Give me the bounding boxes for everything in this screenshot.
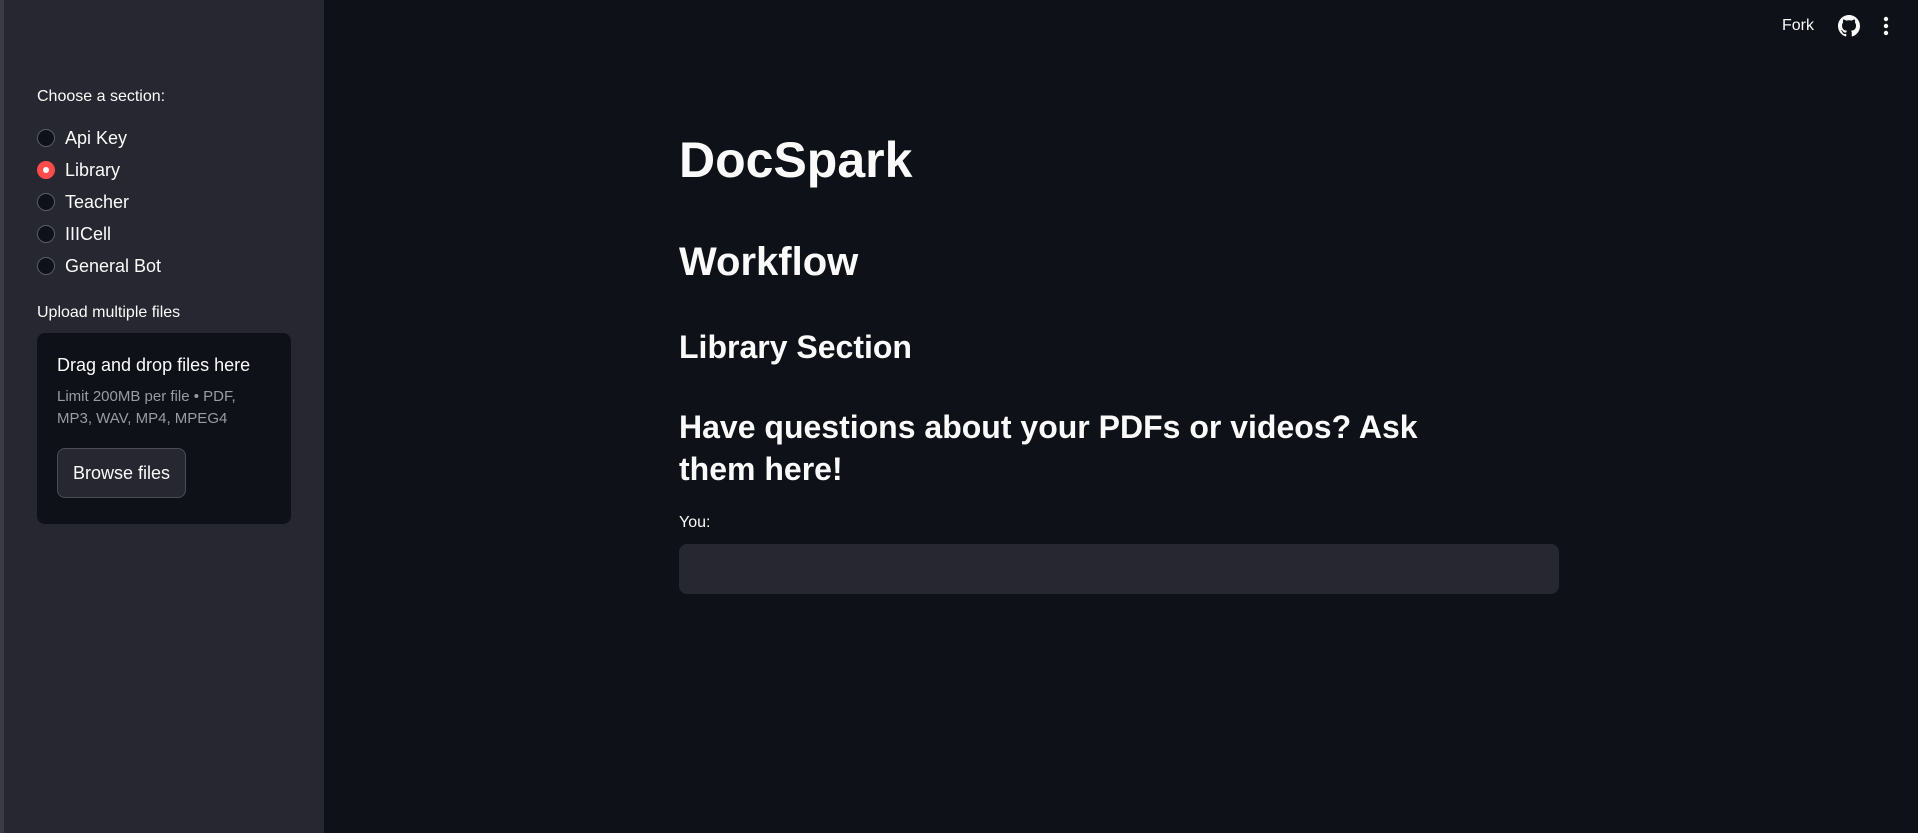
radio-option-iiicell[interactable]: IIICell (37, 218, 161, 250)
radio-label: General Bot (65, 255, 162, 276)
you-input[interactable] (679, 544, 1559, 594)
section-heading: Library Section (679, 329, 912, 365)
dropzone-limit-line2: MP3, WAV, MP4, MPEG4 (57, 410, 228, 427)
browse-files-button[interactable]: Browse files (57, 448, 187, 498)
upload-label: Upload multiple files (37, 304, 181, 321)
radio-option-library[interactable]: Library (37, 154, 161, 186)
radio-option-api-key[interactable]: Api Key (37, 122, 161, 154)
you-input-label: You: (679, 514, 711, 531)
radio-option-general-bot[interactable]: General Bot (37, 250, 161, 282)
page-title: DocSpark (679, 132, 913, 188)
radio-option-teacher[interactable]: Teacher (37, 186, 161, 218)
workflow-heading: Workflow (679, 240, 859, 284)
radio-circle[interactable] (37, 257, 55, 275)
radio-label: Api Key (65, 127, 128, 148)
section-radio-group: Api Key Library Teacher IIICell General … (37, 122, 161, 282)
top-toolbar: Fork (1782, 12, 1890, 40)
section-chooser-label: Choose a section: (37, 88, 166, 105)
app-window: Choose a section: Api Key Library Teache… (0, 0, 1918, 833)
radio-circle[interactable] (37, 193, 55, 211)
dropzone-title: Drag and drop files here (57, 355, 251, 375)
radio-label: IIICell (65, 223, 112, 244)
radio-circle[interactable] (37, 225, 55, 243)
radio-circle[interactable] (37, 129, 55, 147)
file-dropzone[interactable]: Drag and drop files here Limit 200MB per… (37, 333, 291, 524)
more-vertical-icon[interactable] (1882, 15, 1890, 37)
fork-link[interactable]: Fork (1782, 17, 1814, 35)
radio-circle-selected[interactable] (37, 161, 55, 179)
radio-label: Teacher (65, 191, 130, 212)
prompt-heading: Have questions about your PDFs or videos… (679, 409, 1418, 487)
dropzone-limit-line1: Limit 200MB per file • PDF, (57, 388, 236, 405)
github-icon[interactable] (1838, 15, 1860, 37)
radio-label: Library (65, 159, 121, 180)
sidebar: Choose a section: Api Key Library Teache… (4, 0, 324, 833)
